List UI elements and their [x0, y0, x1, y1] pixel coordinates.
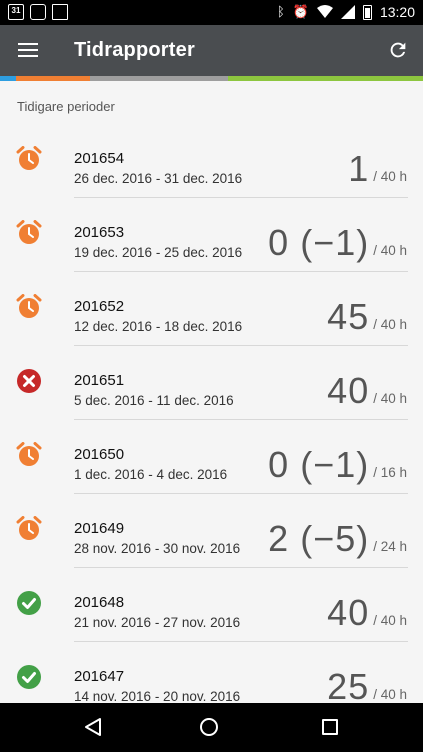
- alarm-clock-icon: [16, 516, 42, 542]
- period-dates: 19 dec. 2016 - 25 dec. 2016: [74, 245, 243, 260]
- system-icons: ᛒ ⏰ 13:20: [277, 3, 415, 21]
- period-hours-group: 40/ 40 h: [327, 370, 407, 412]
- calendar-icon: 31: [8, 4, 24, 20]
- signal-icon: [340, 5, 355, 19]
- period-target: / 40 h: [373, 243, 407, 258]
- nav-bar: [0, 703, 423, 752]
- period-row[interactable]: 201650 1 dec. 2016 - 4 dec. 2016 0 (−1)/ 1…: [0, 420, 423, 494]
- period-target: / 40 h: [373, 613, 407, 628]
- period-hours: 45: [327, 296, 370, 337]
- period-hours: 0 (−1): [268, 444, 370, 485]
- status-bar: 31 ᛒ ⏰ 13:20: [0, 0, 423, 25]
- period-dates: 1 dec. 2016 - 4 dec. 2016: [74, 467, 228, 482]
- period-hours-group: 25/ 40 h: [327, 666, 407, 708]
- status-time: 13:20: [379, 4, 415, 20]
- period-row[interactable]: 201648 21 nov. 2016 - 27 nov. 2016 40/ 40 …: [0, 568, 423, 642]
- refresh-icon[interactable]: [387, 39, 409, 61]
- back-icon[interactable]: [84, 717, 102, 737]
- menu-icon[interactable]: [18, 43, 38, 57]
- period-target: / 40 h: [373, 687, 407, 702]
- period-hours-group: 45/ 40 h: [327, 296, 407, 338]
- period-color-strip: [0, 76, 423, 81]
- period-week: 201654: [74, 150, 125, 167]
- period-hours: 0 (−1): [268, 222, 370, 263]
- period-week: 201652: [74, 298, 125, 315]
- period-target: / 40 h: [373, 391, 407, 406]
- alarm-clock-icon: [16, 442, 42, 468]
- period-dates: 5 dec. 2016 - 11 dec. 2016: [74, 393, 234, 408]
- period-dates: 14 nov. 2016 - 20 nov. 2016: [74, 689, 241, 704]
- period-row[interactable]: 201651 5 dec. 2016 - 11 dec. 2016 40/ 40 h: [0, 346, 423, 420]
- period-hours: 40: [327, 370, 370, 411]
- wifi-icon: [316, 5, 333, 18]
- period-dates: 28 nov. 2016 - 30 nov. 2016: [74, 541, 241, 556]
- period-hours-group: 0 (−1)/ 40 h: [268, 222, 407, 264]
- period-target: / 16 h: [373, 465, 407, 480]
- recents-icon[interactable]: [322, 719, 338, 735]
- period-hours: 25: [327, 666, 370, 707]
- period-hours-group: 1/ 40 h: [348, 148, 407, 190]
- check-icon: [16, 590, 42, 616]
- alarm-clock-icon: [16, 220, 42, 246]
- period-week: 201651: [74, 372, 125, 389]
- period-list: 201654 26 dec. 2016 - 31 dec. 2016 1/ 40 h…: [0, 124, 423, 716]
- section-header: Tidigare perioder: [17, 99, 115, 114]
- period-week: 201647: [74, 668, 125, 685]
- period-dates: 12 dec. 2016 - 18 dec. 2016: [74, 319, 243, 334]
- period-row[interactable]: 201654 26 dec. 2016 - 31 dec. 2016 1/ 40 h: [0, 124, 423, 198]
- strip-segment-gray: [90, 76, 228, 81]
- period-row[interactable]: 201653 19 dec. 2016 - 25 dec. 2016 0 (−1) /…: [0, 198, 423, 272]
- period-row[interactable]: 201649 28 nov. 2016 - 30 nov. 2016 2 (−5) /…: [0, 494, 423, 568]
- period-week: 201650: [74, 446, 125, 463]
- period-dates: 21 nov. 2016 - 27 nov. 2016: [74, 615, 241, 630]
- alarm-icon: ⏰: [292, 4, 309, 19]
- period-week: 201648: [74, 594, 125, 611]
- period-week: 201649: [74, 520, 125, 537]
- home-icon[interactable]: [200, 718, 218, 736]
- page-title: Tidrapporter: [74, 39, 195, 61]
- period-hours: 1: [348, 148, 370, 189]
- period-hours-group: 40/ 40 h: [327, 592, 407, 634]
- period-row[interactable]: 201652 12 dec. 2016 - 18 dec. 2016 45/ 40 …: [0, 272, 423, 346]
- strip-segment-orange: [16, 76, 90, 81]
- bluetooth-icon: ᛒ: [276, 4, 285, 19]
- notification-icons: 31: [8, 4, 68, 20]
- period-dates: 26 dec. 2016 - 31 dec. 2016: [74, 171, 243, 186]
- check-icon: [16, 664, 42, 690]
- battery-icon: [362, 4, 372, 20]
- strip-segment-green: [228, 76, 423, 81]
- strip-segment-blue: [0, 76, 16, 81]
- period-target: / 24 h: [373, 539, 407, 554]
- alarm-clock-icon: [16, 294, 42, 320]
- alarm-clock-icon: [16, 146, 42, 172]
- period-hours-group: 0 (−1)/ 16 h: [268, 444, 407, 486]
- app-bar: Tidrapporter: [0, 25, 423, 76]
- store-icon: [52, 4, 68, 20]
- period-hours: 2 (−5): [268, 518, 370, 559]
- period-target: / 40 h: [373, 317, 407, 332]
- error-icon: [16, 368, 42, 394]
- period-hours-group: 2 (−5)/ 24 h: [268, 518, 407, 560]
- period-target: / 40 h: [373, 169, 407, 184]
- gallery-icon: [30, 4, 46, 20]
- period-hours: 40: [327, 592, 370, 633]
- period-week: 201653: [74, 224, 125, 241]
